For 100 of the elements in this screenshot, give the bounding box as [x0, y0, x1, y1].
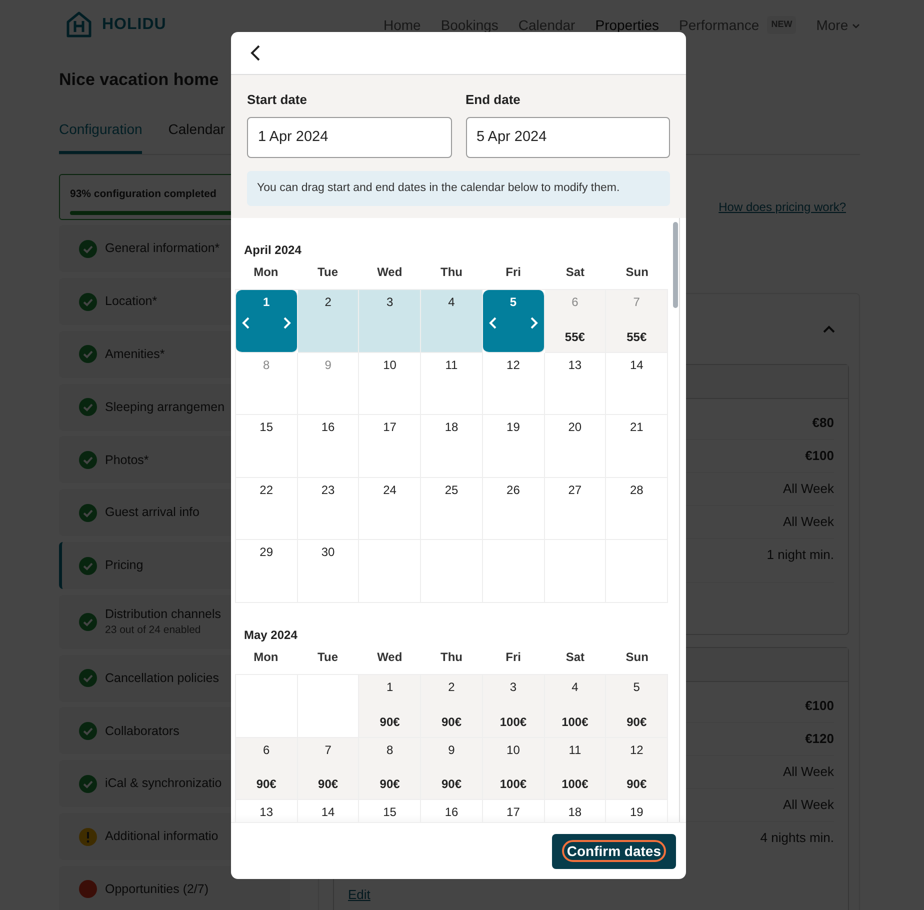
calendar-day[interactable]: 8 90€: [359, 738, 422, 800]
calendar-day[interactable]: 3: [359, 290, 422, 353]
calendar-day[interactable]: 11: [421, 352, 483, 416]
day-number: 15: [260, 419, 274, 436]
day-price: 100€: [562, 776, 588, 794]
calendar-day[interactable]: 14: [298, 800, 360, 822]
calendar-day[interactable]: 7 55€: [606, 290, 668, 353]
calendar-day[interactable]: 20: [544, 415, 606, 478]
chevron-right-icon[interactable]: [282, 317, 291, 329]
day-price: 100€: [500, 776, 527, 794]
day-number: 15: [383, 804, 396, 822]
day-price: 55€: [626, 328, 647, 346]
chevron-right-icon[interactable]: [530, 317, 538, 329]
chevron-left-icon[interactable]: [242, 317, 250, 329]
calendar-day[interactable]: 17: [482, 800, 545, 822]
day-price: 90€: [441, 714, 462, 731]
sidebar-label: Photos*: [105, 452, 149, 469]
day-number: 19: [630, 804, 644, 822]
scrollbar-thumb[interactable]: [673, 222, 678, 308]
day-price: 100€: [500, 714, 527, 731]
weekday-label: Mon: [252, 264, 280, 281]
day-price: 90€: [318, 776, 338, 794]
rate-value: 1 night min.: [766, 546, 834, 564]
day-price: 90€: [380, 776, 400, 794]
day-price: 90€: [256, 776, 276, 794]
day-number: 22: [260, 482, 274, 499]
calendar-day[interactable]: 1 90€: [359, 674, 422, 738]
calendar-day[interactable]: 8: [236, 352, 298, 416]
day-number: 29: [260, 544, 274, 562]
calendar-day[interactable]: 17: [359, 415, 422, 478]
day-number: 19: [506, 419, 520, 436]
sidebar-label: Sleeping arrangemen: [105, 398, 225, 416]
rate-value: 4 nights min.: [760, 829, 834, 848]
day-number: 23: [321, 482, 335, 499]
calendar-day[interactable]: 3 100€: [482, 674, 545, 738]
calendar-day[interactable]: 6 90€: [236, 738, 298, 800]
calendar-day[interactable]: 16: [298, 415, 360, 478]
day-number: 27: [568, 482, 582, 499]
month-title: May 2024: [243, 626, 298, 644]
weekday-label: Wed: [376, 264, 404, 281]
confirm-button[interactable]: Confirm dates: [552, 834, 676, 868]
weekday-label: Sat: [564, 648, 586, 666]
day-price: 90€: [380, 714, 400, 731]
day-number: 20: [568, 419, 582, 436]
calendar-day[interactable]: 9 90€: [421, 738, 483, 800]
day-number: 24: [383, 482, 396, 499]
calendar-day[interactable]: 16: [421, 800, 483, 822]
calendar-day[interactable]: 13: [236, 800, 298, 822]
day-price: 100€: [562, 714, 588, 731]
calendar-day[interactable]: 18: [421, 415, 483, 478]
calendar-day[interactable]: 15: [359, 800, 422, 822]
chevron-left-icon[interactable]: [488, 317, 497, 329]
calendar-day[interactable]: 10: [359, 352, 422, 416]
calendar-day[interactable]: 14: [606, 352, 668, 416]
calendar-day[interactable]: 2: [298, 290, 360, 353]
sidebar-label: Cancellation policies: [105, 670, 219, 687]
calendar-day[interactable]: 7 90€: [298, 738, 360, 800]
date-field[interactable]: 5 Apr 2024: [466, 116, 670, 158]
calendar-day[interactable]: 27: [544, 478, 606, 540]
calendar-day[interactable]: 26: [482, 478, 545, 540]
day-number: 16: [444, 804, 458, 822]
calendar-day[interactable]: 6 55€: [544, 290, 606, 353]
calendar-day[interactable]: 29: [236, 540, 298, 603]
day-number: 6: [572, 294, 578, 311]
calendar-day[interactable]: 5 90€: [606, 674, 668, 738]
calendar-day[interactable]: 12: [482, 352, 545, 416]
date-field[interactable]: 1 Apr 2024: [247, 116, 452, 158]
calendar-day[interactable]: 10 100€: [482, 738, 545, 800]
rate-value: All Week: [782, 480, 834, 498]
day-number: 25: [444, 482, 458, 499]
sidebar-label: Distribution channels: [105, 606, 222, 623]
calendar-day[interactable]: 19: [482, 415, 545, 478]
calendar-day[interactable]: 15: [236, 415, 298, 478]
calendar-day[interactable]: 25: [421, 478, 483, 540]
weekday-label: Sun: [624, 264, 650, 281]
day-number: 11: [445, 356, 458, 374]
sidebar-label: Opportunities (2/7): [105, 880, 209, 898]
calendar-day[interactable]: 12 90€: [606, 738, 668, 800]
day-number: 7: [324, 742, 332, 759]
rate-value: €80: [812, 414, 834, 432]
calendar-day[interactable]: 24: [359, 478, 422, 540]
calendar-day[interactable]: 1: [236, 290, 298, 353]
calendar-day[interactable]: 11 100€: [544, 738, 606, 800]
calendar-day[interactable]: 23: [298, 478, 360, 540]
month-title: April 2024: [243, 242, 302, 259]
calendar-day[interactable]: 4: [421, 290, 483, 353]
day-number: 12: [630, 742, 644, 759]
calendar-day[interactable]: 4 100€: [544, 674, 606, 738]
calendar-day[interactable]: 28: [606, 478, 668, 540]
logo-text: HOLIDU: [102, 15, 166, 35]
day-number: 14: [630, 356, 644, 374]
calendar-day[interactable]: 9: [298, 352, 360, 416]
calendar-day[interactable]: 13: [544, 352, 606, 416]
calendar-day[interactable]: 5: [482, 290, 545, 353]
calendar-day[interactable]: 30: [298, 540, 360, 603]
day-price: 90€: [626, 776, 647, 794]
calendar-day[interactable]: 22: [236, 478, 298, 540]
calendar-day[interactable]: 21: [606, 415, 668, 478]
day-number: 2: [324, 294, 332, 311]
calendar-day[interactable]: 2 90€: [421, 674, 483, 738]
